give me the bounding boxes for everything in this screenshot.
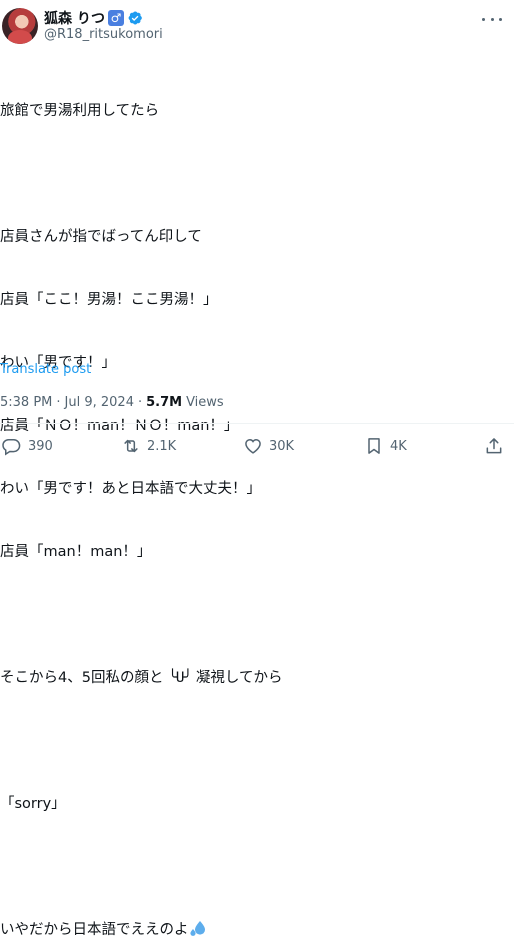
bookmark-button[interactable]: 4K: [364, 436, 407, 456]
share-icon: [486, 438, 502, 454]
avatar[interactable]: [2, 8, 38, 44]
tweet-line: 旅館で男湯利用してたら: [0, 103, 160, 119]
share-button[interactable]: [484, 436, 504, 456]
tweet-line-text: いやだから日本語でええのよ: [0, 922, 189, 938]
like-count: 30K: [269, 438, 295, 454]
male-sign-icon: ♂: [108, 10, 125, 26]
like-button[interactable]: 30K: [243, 436, 294, 456]
tweet-line: わい「男です！あと日本語で大丈夫！」: [0, 481, 261, 497]
sweat-droplets-icon: [189, 921, 205, 936]
tweet-text: 旅館で男湯利用してたら 店員さんが指でばってん印して 店員「ここ！男湯！ここ男湯…: [0, 59, 500, 952]
bookmark-count: 4K: [390, 438, 407, 454]
tweet-date[interactable]: Jul 9, 2024: [65, 395, 134, 410]
tweet-line: 店員さんが指でばってん印して: [0, 229, 202, 245]
bookmark-icon: [368, 438, 380, 454]
views-count: 5.7M: [146, 395, 183, 410]
tweet-line: 店員「man！man！」: [0, 544, 152, 560]
action-bar: 390 2.1K 30K 4K: [0, 436, 514, 462]
verified-badge-icon[interactable]: [127, 10, 143, 26]
views-label: Views: [186, 395, 224, 410]
author-name[interactable]: 狐森 りつ: [44, 8, 105, 28]
tweet-line: そこから4、5回私の顔と ╰U╯ 凝視してから: [0, 668, 500, 689]
tweet-line: いやだから日本語でええのよ: [0, 920, 500, 941]
face-emoji: ╰U╯: [168, 670, 192, 686]
tweet-line: 「sorry」: [0, 796, 66, 812]
meta-separator: ·: [137, 395, 143, 410]
more-options-icon[interactable]: [482, 12, 502, 26]
tweet-line: 店員「ＮＯ！man！ＮＯ！man！」: [0, 418, 239, 434]
tweet-time[interactable]: 5:38 PM: [0, 395, 52, 410]
tweet-line-suffix: 凝視してから: [191, 670, 283, 686]
reply-icon: [2, 439, 21, 456]
tweet-line-prefix: そこから4、5回私の顔と: [0, 670, 164, 686]
divider: [0, 423, 514, 424]
repost-icon: [124, 439, 138, 453]
tweet-line: 店員「ここ！男湯！ここ男湯！」: [0, 292, 218, 308]
reply-count: 390: [28, 438, 53, 454]
translate-post-link[interactable]: Translate post: [0, 362, 91, 377]
heart-icon: [245, 438, 261, 454]
tweet-meta: 5:38 PM · Jul 9, 2024 · 5.7M Views: [0, 395, 224, 410]
repost-button[interactable]: 2.1K: [121, 436, 176, 456]
reply-button[interactable]: 390: [2, 436, 53, 456]
repost-count: 2.1K: [147, 438, 177, 454]
author-handle[interactable]: @R18_ritsukomori: [44, 27, 163, 42]
meta-separator: ·: [56, 395, 61, 410]
author-name-row: 狐森 りつ ♂: [44, 7, 143, 29]
